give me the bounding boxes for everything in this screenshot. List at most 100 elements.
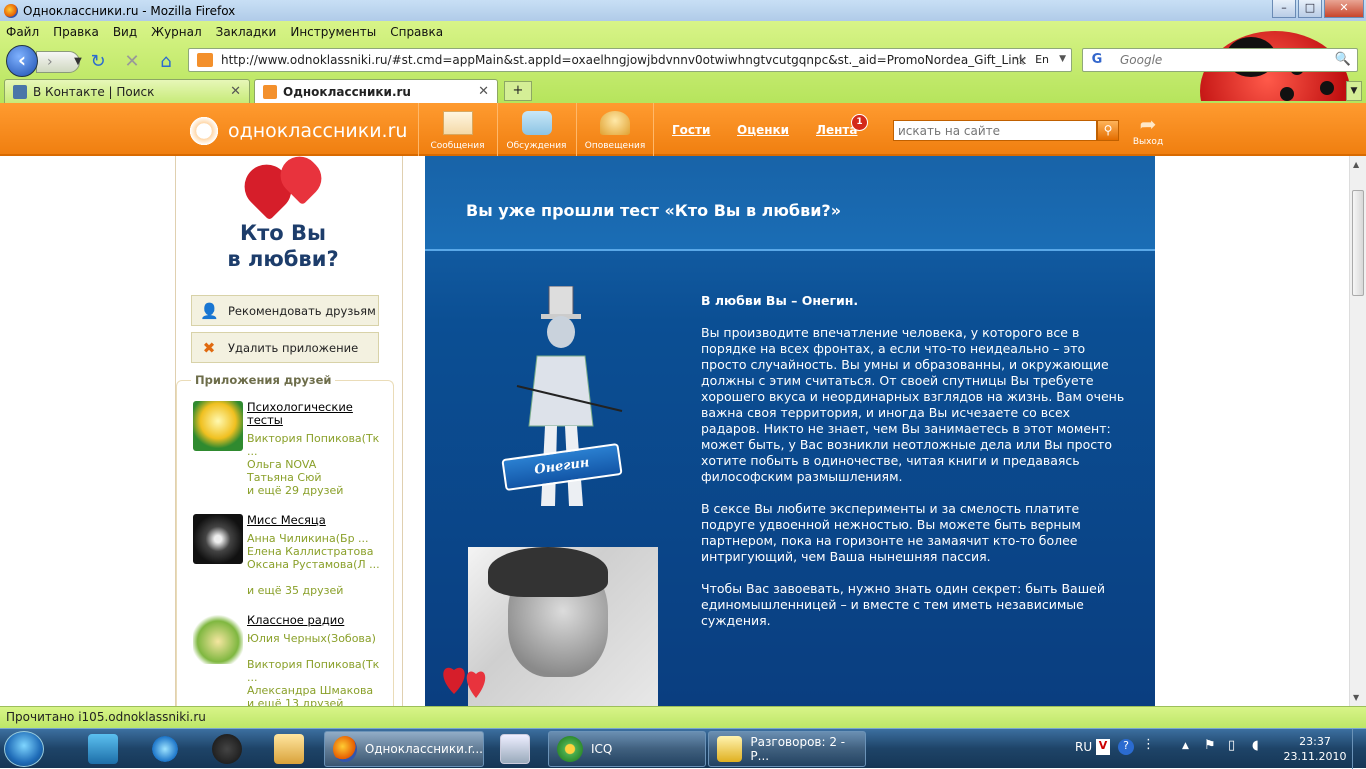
window-title: Одноклассники.ru - Mozilla Firefox xyxy=(23,3,236,18)
hp-icon[interactable] xyxy=(212,734,242,764)
menu-view[interactable]: Вид xyxy=(113,25,137,39)
menu-history[interactable]: Журнал xyxy=(151,25,202,39)
app-name-link[interactable]: Классное радио xyxy=(247,614,387,627)
start-button[interactable] xyxy=(4,731,44,767)
tab-odnoklassniki[interactable]: Одноклассники.ru ✕ xyxy=(254,79,498,103)
show-desktop-button[interactable] xyxy=(1352,729,1366,769)
bookmark-star-icon[interactable]: ☆ xyxy=(1014,51,1027,69)
scroll-up-arrow-icon[interactable]: ▲ xyxy=(1353,160,1359,169)
lightbulb-icon[interactable] xyxy=(193,401,243,451)
logout-button[interactable]: ➦ Выход xyxy=(1132,111,1164,147)
friend-name[interactable]: Виктория Попикова(Тк ... xyxy=(247,432,387,458)
menu-bookmarks[interactable]: Закладки xyxy=(216,25,277,39)
menu-help[interactable]: Справка xyxy=(390,25,443,39)
menu-tools[interactable]: Инструменты xyxy=(290,25,376,39)
site-search-button[interactable]: ⚲ xyxy=(1097,120,1119,141)
site-search-input[interactable] xyxy=(893,120,1097,141)
guests-link[interactable]: Гости xyxy=(672,123,710,137)
app-name-link[interactable]: Психологические тесты xyxy=(247,401,387,427)
discussions-button[interactable]: Обсуждения xyxy=(497,103,575,156)
ratings-link[interactable]: Оценки xyxy=(737,123,789,137)
new-tab-button[interactable]: + xyxy=(504,81,532,101)
menu-file[interactable]: Файл xyxy=(6,25,39,39)
messages-button[interactable]: Сообщения xyxy=(418,103,496,156)
friend-name[interactable]: Александра Шмакова xyxy=(247,684,387,697)
result-text: В любви Вы – Онегин. Вы производите впеч… xyxy=(701,293,1125,645)
friend-name[interactable]: Татьяна Сюй xyxy=(247,471,387,484)
volume-icon[interactable]: ◖ xyxy=(1252,738,1259,753)
more-friends-link[interactable]: и ещё 13 друзей xyxy=(247,697,387,706)
scroll-down-arrow-icon[interactable]: ▼ xyxy=(1353,693,1359,702)
panel-header: Вы уже прошли тест «Кто Вы в любви?» xyxy=(425,156,1155,251)
window-titlebar: Одноклассники.ru - Mozilla Firefox – □ ✕ xyxy=(0,0,1366,21)
more-friends-link[interactable]: и ещё 29 друзей xyxy=(247,484,387,497)
notifications-button[interactable]: Оповещения xyxy=(576,103,654,156)
search-icon[interactable]: 🔍 xyxy=(1335,52,1351,67)
show-hidden-icons-arrow[interactable]: ▲ xyxy=(1182,741,1189,751)
tab-label: Одноклассники.ru xyxy=(283,84,411,99)
checkmark-app-icon[interactable] xyxy=(500,734,530,764)
friends-apps-title: Приложения друзей xyxy=(191,373,336,387)
taskbar-conversations[interactable]: Разговоров: 2 - Р... xyxy=(708,731,866,767)
address-bar[interactable]: http://www.odnoklassniki.ru/#st.cmd=appM… xyxy=(188,48,1072,72)
close-button[interactable]: ✕ xyxy=(1324,0,1364,18)
radio-logo-icon[interactable] xyxy=(193,614,243,664)
messages-label: Сообщения xyxy=(430,141,485,151)
tab-bar: В Контакте | Поиск ✕ Одноклассники.ru ✕ … xyxy=(0,77,1366,103)
recommend-friends-button[interactable]: 👤 Рекомендовать друзьям xyxy=(191,295,379,326)
friend-name[interactable]: Анна Чиликина(Бр ... xyxy=(247,532,387,545)
google-icon[interactable]: G xyxy=(1086,51,1108,69)
app-title: Кто Вы в любви? xyxy=(176,220,390,272)
menu-edit[interactable]: Правка xyxy=(53,25,99,39)
tiara-icon[interactable] xyxy=(193,514,243,564)
antivirus-icon[interactable]: V xyxy=(1096,739,1110,755)
file-explorer-icon[interactable] xyxy=(274,734,304,764)
remove-app-button[interactable]: ✖ Удалить приложение xyxy=(191,332,379,363)
vertical-scrollbar[interactable]: ▲ ▼ xyxy=(1349,156,1366,706)
language-indicator[interactable]: En xyxy=(1035,53,1049,66)
language-indicator[interactable]: RU xyxy=(1075,740,1092,754)
url-dropdown-icon[interactable]: ▼ xyxy=(1059,54,1066,64)
tab-vkontakte[interactable]: В Контакте | Поиск ✕ xyxy=(4,79,250,103)
friend-name[interactable]: Оксана Рустамова(Л ... xyxy=(247,558,387,571)
taskbar-icq[interactable]: ICQ xyxy=(548,731,706,767)
minimize-button[interactable]: – xyxy=(1272,0,1296,18)
ok-logo[interactable]: одноклассники.ru xyxy=(186,113,407,149)
friend-name[interactable]: Юлия Черных(Зобова) xyxy=(247,632,387,645)
flag-icon[interactable]: ⚑ xyxy=(1204,738,1216,753)
windows-taskbar: Одноклассники.r... ICQ Разговоров: 2 - Р… xyxy=(0,728,1366,769)
envelope-icon xyxy=(442,111,473,135)
internet-explorer-icon[interactable] xyxy=(150,734,180,764)
small-hearts-logo xyxy=(443,667,486,698)
app-name-link[interactable]: Мисс Месяца xyxy=(247,514,387,527)
tab-close-icon[interactable]: ✕ xyxy=(230,84,241,99)
firefox-icon xyxy=(4,3,18,18)
chat-window-icon xyxy=(717,736,743,762)
tab-close-icon[interactable]: ✕ xyxy=(478,84,489,99)
panel-title: Вы уже прошли тест «Кто Вы в любви?» xyxy=(466,201,842,220)
friend-name[interactable]: Виктория Попикова(Тк ... xyxy=(247,658,387,684)
back-button[interactable]: ‹ xyxy=(6,45,38,77)
search-input[interactable] xyxy=(1120,53,1330,67)
navigation-toolbar: › ‹ ▼ ↻ ✕ ⌂ http://www.odnoklassniki.ru/… xyxy=(0,43,1366,77)
scrollbar-thumb[interactable] xyxy=(1352,190,1364,296)
friend-name[interactable]: Елена Каллистратова xyxy=(247,545,387,558)
ok-logo-icon xyxy=(186,113,222,149)
more-friends-link[interactable]: и ещё 35 друзей xyxy=(247,584,387,597)
media-player-icon[interactable] xyxy=(88,734,118,764)
url-text[interactable]: http://www.odnoklassniki.ru/#st.cmd=appM… xyxy=(221,53,1026,67)
search-bar[interactable]: G 🔍 xyxy=(1082,48,1358,72)
remove-x-icon: ✖ xyxy=(202,338,216,357)
battery-icon[interactable]: ▯ xyxy=(1228,738,1235,753)
stop-icon[interactable]: ✕ xyxy=(120,50,144,74)
friend-name[interactable]: Ольга NOVA xyxy=(247,458,387,471)
taskbar-firefox[interactable]: Одноклассники.r... xyxy=(324,731,484,767)
all-tabs-icon[interactable]: ▼ xyxy=(1346,81,1362,101)
result-paragraph: Вы производите впечатление человека, у к… xyxy=(701,325,1125,484)
system-clock[interactable]: 23:37 23.11.2010 xyxy=(1282,734,1348,764)
reload-icon[interactable]: ↻ xyxy=(86,50,110,74)
tray-network-icon[interactable]: ⋮ xyxy=(1142,737,1155,752)
home-icon[interactable]: ⌂ xyxy=(154,50,178,74)
maximize-button[interactable]: □ xyxy=(1298,0,1322,18)
help-icon[interactable]: ? xyxy=(1118,739,1134,755)
